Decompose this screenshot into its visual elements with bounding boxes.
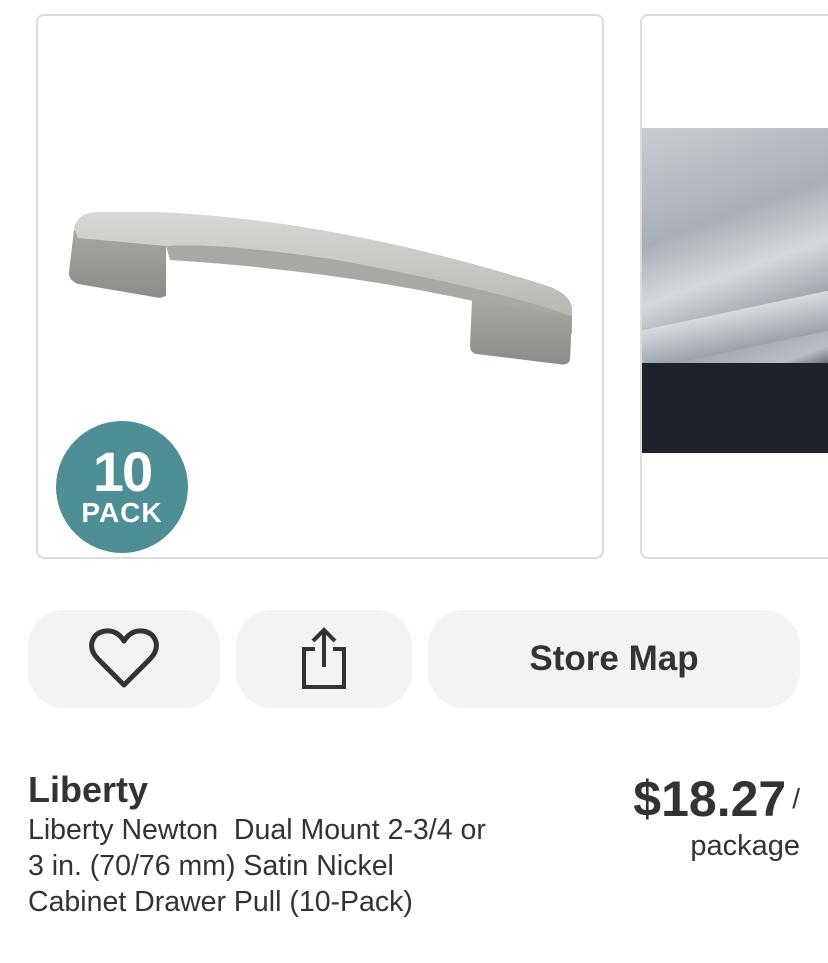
next-product-image-card[interactable] bbox=[640, 14, 828, 559]
price-block: $18.27/ package bbox=[633, 768, 800, 862]
product-image-gallery[interactable]: 10 PACK bbox=[0, 0, 828, 575]
price-unit: package bbox=[690, 830, 800, 862]
share-button[interactable] bbox=[236, 610, 412, 708]
product-title[interactable]: Liberty Newton Dual Mount 2-3/4 or 3 in.… bbox=[28, 812, 488, 920]
pack-badge: 10 PACK bbox=[56, 421, 188, 553]
price: $18.27/ bbox=[633, 768, 800, 830]
action-bar: Store Map bbox=[0, 610, 828, 708]
countertop-edge bbox=[642, 285, 828, 371]
product-info: Liberty Liberty Newton Dual Mount 2-3/4 … bbox=[28, 768, 800, 920]
favorite-button[interactable] bbox=[28, 610, 220, 708]
price-value: $18.27 bbox=[633, 771, 787, 827]
share-icon bbox=[302, 627, 346, 689]
cabinet-base bbox=[642, 363, 828, 453]
store-map-button[interactable]: Store Map bbox=[428, 610, 800, 708]
next-product-image bbox=[642, 128, 828, 453]
pack-badge-number: 10 bbox=[92, 440, 153, 503]
heart-outline-icon bbox=[89, 628, 159, 688]
pack-badge-text: PACK bbox=[81, 497, 163, 528]
product-image-card[interactable]: 10 PACK bbox=[36, 14, 604, 559]
price-separator: / bbox=[792, 783, 800, 814]
store-map-label: Store Map bbox=[529, 639, 699, 678]
